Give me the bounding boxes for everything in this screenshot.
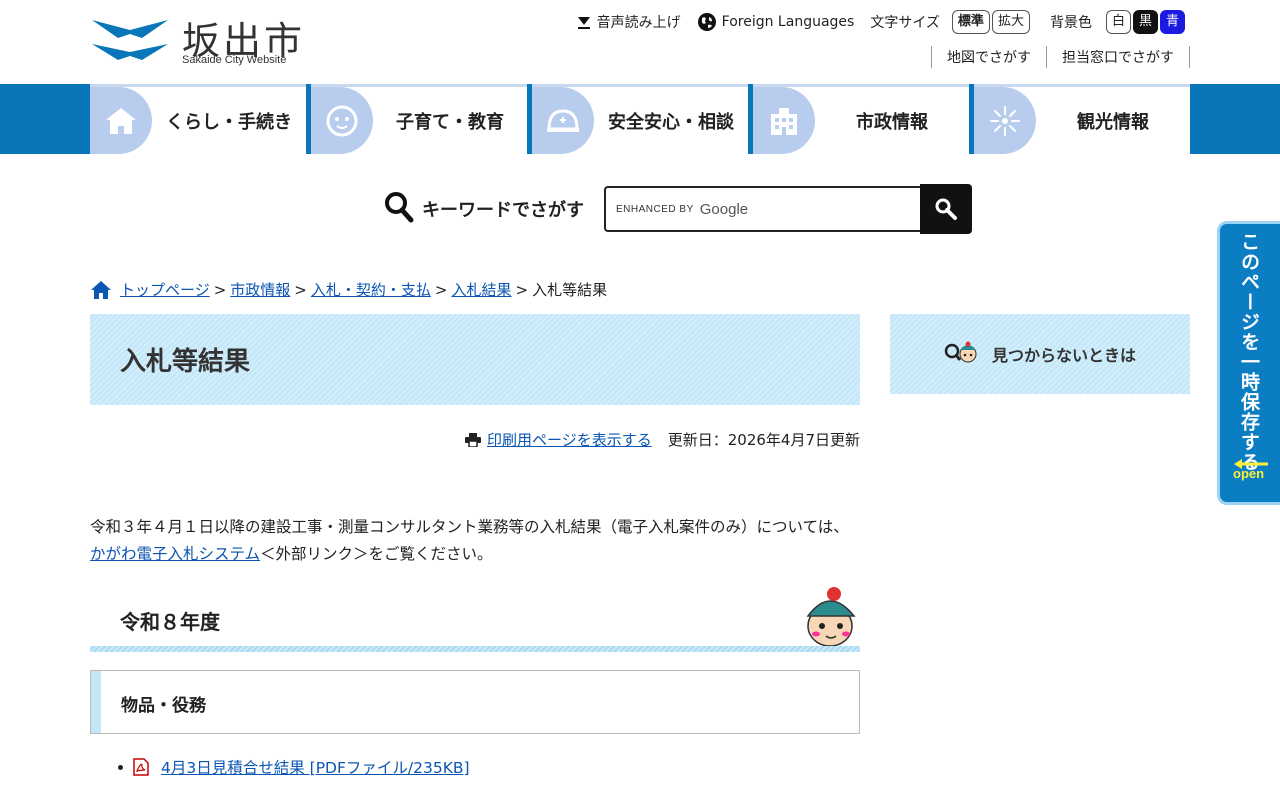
foreign-languages-link[interactable]: Foreign Languages xyxy=(697,12,855,32)
print-page-link[interactable]: 印刷用ページを表示する xyxy=(487,429,652,450)
utility-bar: 音声読み上げ Foreign Languages 文字サイズ 標準 拡大 背景色… xyxy=(560,10,1185,34)
nav-item-childcare[interactable]: 子育て・教育 xyxy=(311,84,527,154)
intro-text-before: 令和３年４月１日以降の建設工事・測量コンサルタント業務等の入札結果（電子入札案件… xyxy=(90,518,849,536)
nav-label: 子育て・教育 xyxy=(396,111,504,133)
breadcrumb: トップページ > 市政情報 > 入札・契約・支払 > 入札結果 > 入札等結果 xyxy=(90,279,607,300)
not-found-button[interactable]: 見つからないときは xyxy=(890,314,1190,394)
bg-blue-button[interactable]: 青 xyxy=(1159,10,1185,34)
breadcrumb-separator: > xyxy=(213,280,227,299)
page-title: 入札等結果 xyxy=(120,347,251,377)
section-heading: 令和８年度 xyxy=(90,586,860,652)
breadcrumb-link-bid-results[interactable]: 入札結果 xyxy=(451,279,511,300)
sub-utility-links: 地図でさがす 担当窓口でさがす xyxy=(931,46,1190,68)
map-search-link[interactable]: 地図でさがす xyxy=(931,46,1046,68)
search-icon xyxy=(935,198,957,220)
bg-white-button[interactable]: 白 xyxy=(1105,10,1131,34)
intro-text-after: ＜外部リンク＞をご覧ください。 xyxy=(260,545,493,563)
intro-text: 令和３年４月１日以降の建設工事・測量コンサルタント業務等の入札結果（電子入札案件… xyxy=(90,514,860,568)
section-title: 令和８年度 xyxy=(120,610,220,634)
subsection-title: 物品・役務 xyxy=(121,696,206,716)
globe-icon xyxy=(697,12,717,32)
google-label: Google xyxy=(699,200,749,218)
breadcrumb-separator: > xyxy=(294,280,307,299)
search-label: キーワードでさがす xyxy=(422,200,584,221)
firework-icon xyxy=(974,87,1036,154)
foreign-languages-label: Foreign Languages xyxy=(721,14,855,30)
bg-color-label: 背景色 xyxy=(1049,15,1092,31)
search-button[interactable] xyxy=(920,184,972,234)
logo-text-en: Sakaide City Website xyxy=(182,54,287,66)
not-found-label: 見つからないときは xyxy=(991,346,1136,365)
pdf-icon xyxy=(133,758,149,776)
mascot-icon xyxy=(800,586,856,650)
section-underline xyxy=(90,646,860,652)
enhanced-by-label: ENHANCED BY xyxy=(616,203,694,215)
voice-reader-label: 音声読み上げ xyxy=(596,15,681,31)
font-size-standard-button[interactable]: 標準 xyxy=(951,10,990,34)
bg-black-button[interactable]: 黒 xyxy=(1132,10,1158,34)
save-page-tab[interactable]: このページを一時保存する open xyxy=(1217,221,1280,505)
helmet-icon xyxy=(532,87,594,154)
nav-item-safety[interactable]: 安全安心・相談 xyxy=(532,84,748,154)
subsection-heading: 物品・役務 xyxy=(90,670,860,734)
breadcrumb-link-top[interactable]: トップページ xyxy=(120,279,210,300)
nav-label: 観光情報 xyxy=(1077,111,1149,133)
subsection-accent-bar xyxy=(91,671,101,733)
site-logo[interactable]: 坂出市 Sakaide City Website xyxy=(90,10,310,70)
updated-date: 更新日：2026年4月7日更新 xyxy=(667,431,860,449)
global-nav: くらし・手続き 子育て・教育 安全安心・相談 市政情報 観光情報 xyxy=(90,84,1190,154)
breadcrumb-link-city-info[interactable]: 市政情報 xyxy=(230,279,290,300)
page-meta: 印刷用ページを表示する 更新日：2026年4月7日更新 xyxy=(465,429,860,450)
breadcrumb-separator: > xyxy=(515,280,529,299)
printer-icon xyxy=(465,432,482,447)
save-open-label: open xyxy=(1233,466,1265,481)
download-arrow-icon xyxy=(576,14,592,30)
nav-label: 安全安心・相談 xyxy=(608,111,734,133)
breadcrumb-link-bidding[interactable]: 入札・契約・支払 xyxy=(311,279,431,300)
baby-icon xyxy=(311,87,373,154)
mascot-magnifier-icon xyxy=(944,340,978,368)
magnifier-icon xyxy=(384,191,414,227)
breadcrumb-separator: > xyxy=(434,280,448,299)
font-size-label: 文字サイズ xyxy=(870,15,940,31)
search-input[interactable]: ENHANCED BY Google xyxy=(604,186,920,232)
voice-reader-link[interactable]: 音声読み上げ xyxy=(576,12,681,32)
nav-item-tourism[interactable]: 観光情報 xyxy=(974,84,1190,154)
font-size-control: 文字サイズ 標準 拡大 xyxy=(870,10,1030,34)
bullet xyxy=(118,764,123,770)
logo-mark-icon xyxy=(92,20,168,60)
nav-item-city-info[interactable]: 市政情報 xyxy=(753,84,969,154)
bg-color-control: 背景色 白 黒 青 xyxy=(1050,10,1185,34)
page-title-box: 入札等結果 xyxy=(90,314,860,405)
home-icon xyxy=(90,280,112,300)
breadcrumb-current: 入札等結果 xyxy=(532,281,608,299)
nav-label: 市政情報 xyxy=(856,111,928,133)
nav-label: くらし・手続き xyxy=(166,111,292,133)
save-page-label: このページを一時保存する xyxy=(1238,232,1260,472)
pdf-file-link[interactable]: 4月3日見積合せ結果 [PDFファイル/235KB] xyxy=(161,756,470,778)
office-search-link[interactable]: 担当窓口でさがす xyxy=(1046,46,1190,68)
building-icon xyxy=(753,87,815,154)
kagawa-e-bidding-link[interactable]: かがわ電子入札システム xyxy=(90,545,260,563)
house-icon xyxy=(90,87,152,154)
file-list: 4月3日見積合せ結果 [PDFファイル/235KB] xyxy=(118,756,470,778)
list-item: 4月3日見積合せ結果 [PDFファイル/235KB] xyxy=(118,756,470,778)
keyword-search: キーワードでさがす ENHANCED BY Google xyxy=(384,184,972,234)
nav-item-living[interactable]: くらし・手続き xyxy=(90,84,306,154)
font-size-large-button[interactable]: 拡大 xyxy=(991,10,1030,34)
